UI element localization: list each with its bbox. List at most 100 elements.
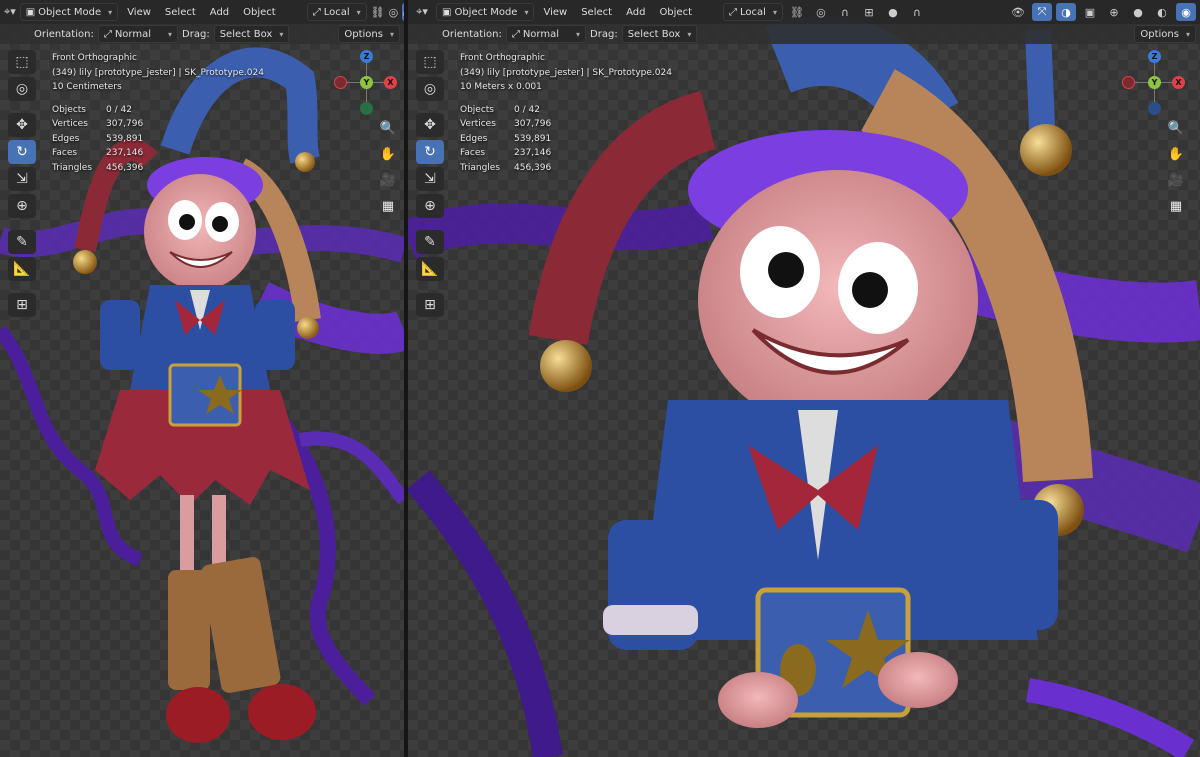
mode-dropdown[interactable]: ▣ Object Mode ▾	[436, 3, 535, 21]
viewport-right[interactable]: ⌖▾ ▣ Object Mode ▾ View Select Add Object …	[408, 0, 1200, 757]
orientation-dropdown[interactable]: ⤢ Normal ▾	[97, 25, 179, 43]
scale-icon[interactable]: ⇲	[416, 167, 444, 191]
zoom-icon[interactable]: 🔍	[1165, 118, 1187, 138]
chevron-down-icon: ▾	[279, 29, 284, 39]
snap-increment-icon[interactable]: ⊞	[859, 3, 879, 21]
pan-hand-icon[interactable]: ✋	[377, 144, 399, 164]
view-name: Front Orthographic	[52, 53, 137, 63]
axis-neg-x-ball[interactable]	[334, 76, 347, 89]
tool-header: Orientation: ⤢ Normal ▾ Drag: Select Box ▾ …	[0, 24, 404, 44]
rotate-icon[interactable]: ↻	[8, 140, 36, 164]
axis-z-ball[interactable]: Z	[1148, 50, 1161, 63]
measure-icon[interactable]: 📐	[8, 257, 36, 281]
proportional-edit-icon[interactable]: ◎	[811, 3, 831, 21]
proportional-edit-icon[interactable]: ◎	[389, 3, 399, 21]
camera-icon[interactable]: 🎥	[377, 170, 399, 190]
axis-x-ball[interactable]: X	[384, 76, 397, 89]
axis-y-ball[interactable]: Y	[360, 76, 373, 89]
orientation-icon: ⤢	[511, 28, 520, 40]
menu-add[interactable]: Add	[205, 7, 234, 18]
navigation-gizmo[interactable]: Z X Y	[1116, 44, 1192, 120]
annotate-icon[interactable]: ✎	[416, 230, 444, 254]
menu-view[interactable]: View	[122, 7, 156, 18]
menu-select[interactable]: Select	[576, 7, 617, 18]
viewport-header: ⌖▾ ▣ Object Mode ▾ View Select Add Object …	[0, 0, 404, 24]
local-axes-icon: ⤢	[312, 6, 321, 18]
shading-rendered-icon[interactable]: ◉	[1176, 3, 1196, 21]
transform-orientation-dropdown[interactable]: ⤢ Local ▾	[306, 3, 367, 21]
cursor-icon[interactable]: ◎	[8, 77, 36, 101]
menu-select[interactable]: Select	[160, 7, 201, 18]
chevron-down-icon: ▾	[1185, 29, 1190, 39]
zoom-icon[interactable]: 🔍	[377, 118, 399, 138]
orientation-label: Orientation:	[442, 28, 502, 40]
scale-icon[interactable]: ⇲	[8, 167, 36, 191]
editor-type-icon[interactable]: ⌖▾	[412, 3, 432, 21]
stats-overlay: Objects 0 / 42 Vertices 307,796 Edges 539,8…	[52, 104, 144, 173]
xray-icon[interactable]: ▣	[1080, 3, 1100, 21]
visibility-icon[interactable]: 👁	[1008, 3, 1028, 21]
axis-neg-x-ball[interactable]	[1122, 76, 1135, 89]
tool-header: Orientation: ⤢ Normal ▾ Drag: Select Box ▾ …	[408, 24, 1200, 44]
transform-orientation-dropdown[interactable]: ⤢ Local ▾	[723, 3, 783, 21]
options-dropdown[interactable]: Options ▾	[1134, 25, 1196, 43]
viewport-left[interactable]: ⌖▾ ▣ Object Mode ▾ View Select Add Object …	[0, 0, 404, 757]
viewport-info: Front Orthographic (349) lily [prototype…	[52, 51, 264, 175]
toolbar: ⬚ ◎ ✥ ↻ ⇲ ⊕ ✎ 📐 ⊞	[416, 50, 446, 317]
grid-icon[interactable]: ▦	[377, 196, 399, 216]
falloff-icon[interactable]: ●	[883, 3, 903, 21]
editor-type-icon[interactable]: ⌖▾	[4, 3, 16, 21]
orientation-dropdown[interactable]: ⤢ Normal ▾	[505, 25, 587, 43]
chevron-down-icon: ▾	[108, 7, 113, 17]
rotate-icon[interactable]: ↻	[416, 140, 444, 164]
annotate-icon[interactable]: ✎	[8, 230, 36, 254]
axis-y-ball[interactable]: Y	[1148, 76, 1161, 89]
options-dropdown[interactable]: Options ▾	[338, 25, 400, 43]
menu-object[interactable]: Object	[238, 7, 281, 18]
axis-z-ball[interactable]: Z	[360, 50, 373, 63]
pivot-link-icon[interactable]: ⛓	[787, 3, 807, 21]
menu-view[interactable]: View	[538, 7, 572, 18]
local-axes-icon: ⤢	[729, 6, 738, 18]
axis-x-ball[interactable]: X	[1172, 76, 1185, 89]
orientation-icon: ⤢	[103, 28, 112, 40]
camera-icon[interactable]: 🎥	[1165, 170, 1187, 190]
falloff-curve-icon[interactable]: ∩	[907, 3, 927, 21]
add-cube-icon[interactable]: ⊞	[416, 293, 444, 317]
shading-wireframe-icon[interactable]: ⊕	[1104, 3, 1124, 21]
chevron-down-icon: ▾	[389, 29, 394, 39]
pan-hand-icon[interactable]: ✋	[1165, 144, 1187, 164]
transform-icon[interactable]: ⊕	[416, 194, 444, 218]
gizmo-toggle-icon[interactable]: ⤧	[1032, 3, 1052, 21]
select-box-icon[interactable]: ⬚	[8, 50, 36, 74]
navigation-gizmo[interactable]: Z X Y	[328, 44, 404, 120]
menu-add[interactable]: Add	[621, 7, 650, 18]
axis-neg-z-ball[interactable]	[1148, 102, 1161, 115]
shading-material-icon[interactable]: ◐	[1152, 3, 1172, 21]
nav-controls: 🔍 ✋ 🎥 ▦	[377, 118, 399, 216]
menu-object[interactable]: Object	[654, 7, 697, 18]
snap-icon[interactable]: ∩	[835, 3, 855, 21]
drag-dropdown[interactable]: Select Box ▾	[213, 25, 290, 43]
object-mode-icon: ▣	[25, 6, 36, 18]
move-icon[interactable]: ✥	[416, 113, 444, 137]
pivot-link-icon[interactable]: ⛓	[371, 3, 385, 21]
mode-dropdown[interactable]: ▣ Object Mode ▾	[19, 3, 119, 21]
add-cube-icon[interactable]: ⊞	[8, 293, 36, 317]
move-icon[interactable]: ✥	[8, 113, 36, 137]
view-name: Front Orthographic	[460, 53, 545, 63]
axis-neg-y-ball[interactable]	[360, 102, 373, 115]
toolbar: ⬚ ◎ ✥ ↻ ⇲ ⊕ ✎ 📐 ⊞	[8, 50, 38, 317]
measure-icon[interactable]: 📐	[416, 257, 444, 281]
chevron-down-icon: ▾	[772, 7, 777, 17]
cursor-icon[interactable]: ◎	[416, 77, 444, 101]
overlay-toggle-icon[interactable]: ◑	[1056, 3, 1076, 21]
drag-dropdown[interactable]: Select Box ▾	[621, 25, 698, 43]
select-box-icon[interactable]: ⬚	[416, 50, 444, 74]
drag-label: Drag:	[182, 28, 210, 40]
scale-text: 10 Centimeters	[52, 82, 122, 92]
grid-icon[interactable]: ▦	[1165, 196, 1187, 216]
viewport-info: Front Orthographic (349) lily [prototype…	[460, 51, 672, 175]
shading-solid-icon[interactable]: ●	[1128, 3, 1148, 21]
transform-icon[interactable]: ⊕	[8, 194, 36, 218]
